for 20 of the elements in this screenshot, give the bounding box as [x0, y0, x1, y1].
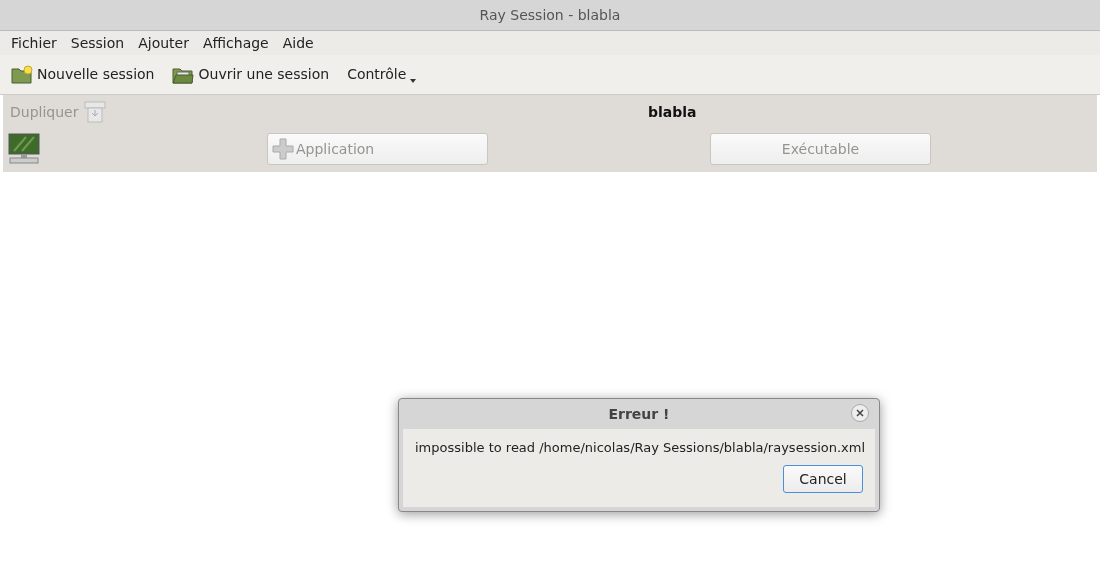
menu-item[interactable]: Fichier	[11, 32, 57, 54]
template-icon	[84, 101, 107, 123]
toolbar-button[interactable]: Contrôle	[347, 64, 417, 85]
toolbar-button[interactable]: Ouvrir une session	[172, 64, 330, 85]
menu-item[interactable]: Affichage	[202, 32, 269, 54]
dialog-title: Erreur !	[608, 404, 670, 424]
menu-item[interactable]: Ajouter	[138, 32, 189, 54]
toolbar-button[interactable]: Nouvelle session	[11, 64, 155, 85]
session-name: blabla	[648, 102, 697, 122]
new-folder-icon	[11, 64, 33, 85]
window-title: Ray Session - blabla	[479, 5, 621, 25]
dropdown-icon	[410, 78, 417, 83]
menu-item[interactable]: Aide	[282, 32, 314, 54]
monitor-icon	[8, 133, 40, 165]
error-message: impossible to read /home/nicolas/Ray Sessions/blabla/raysession.xml	[415, 439, 866, 457]
plus-icon	[272, 138, 294, 160]
menu-item[interactable]: Session	[70, 32, 125, 54]
cancel-button[interactable]: Cancel	[783, 465, 863, 493]
close-button[interactable]	[851, 404, 869, 422]
close-icon	[856, 409, 864, 417]
